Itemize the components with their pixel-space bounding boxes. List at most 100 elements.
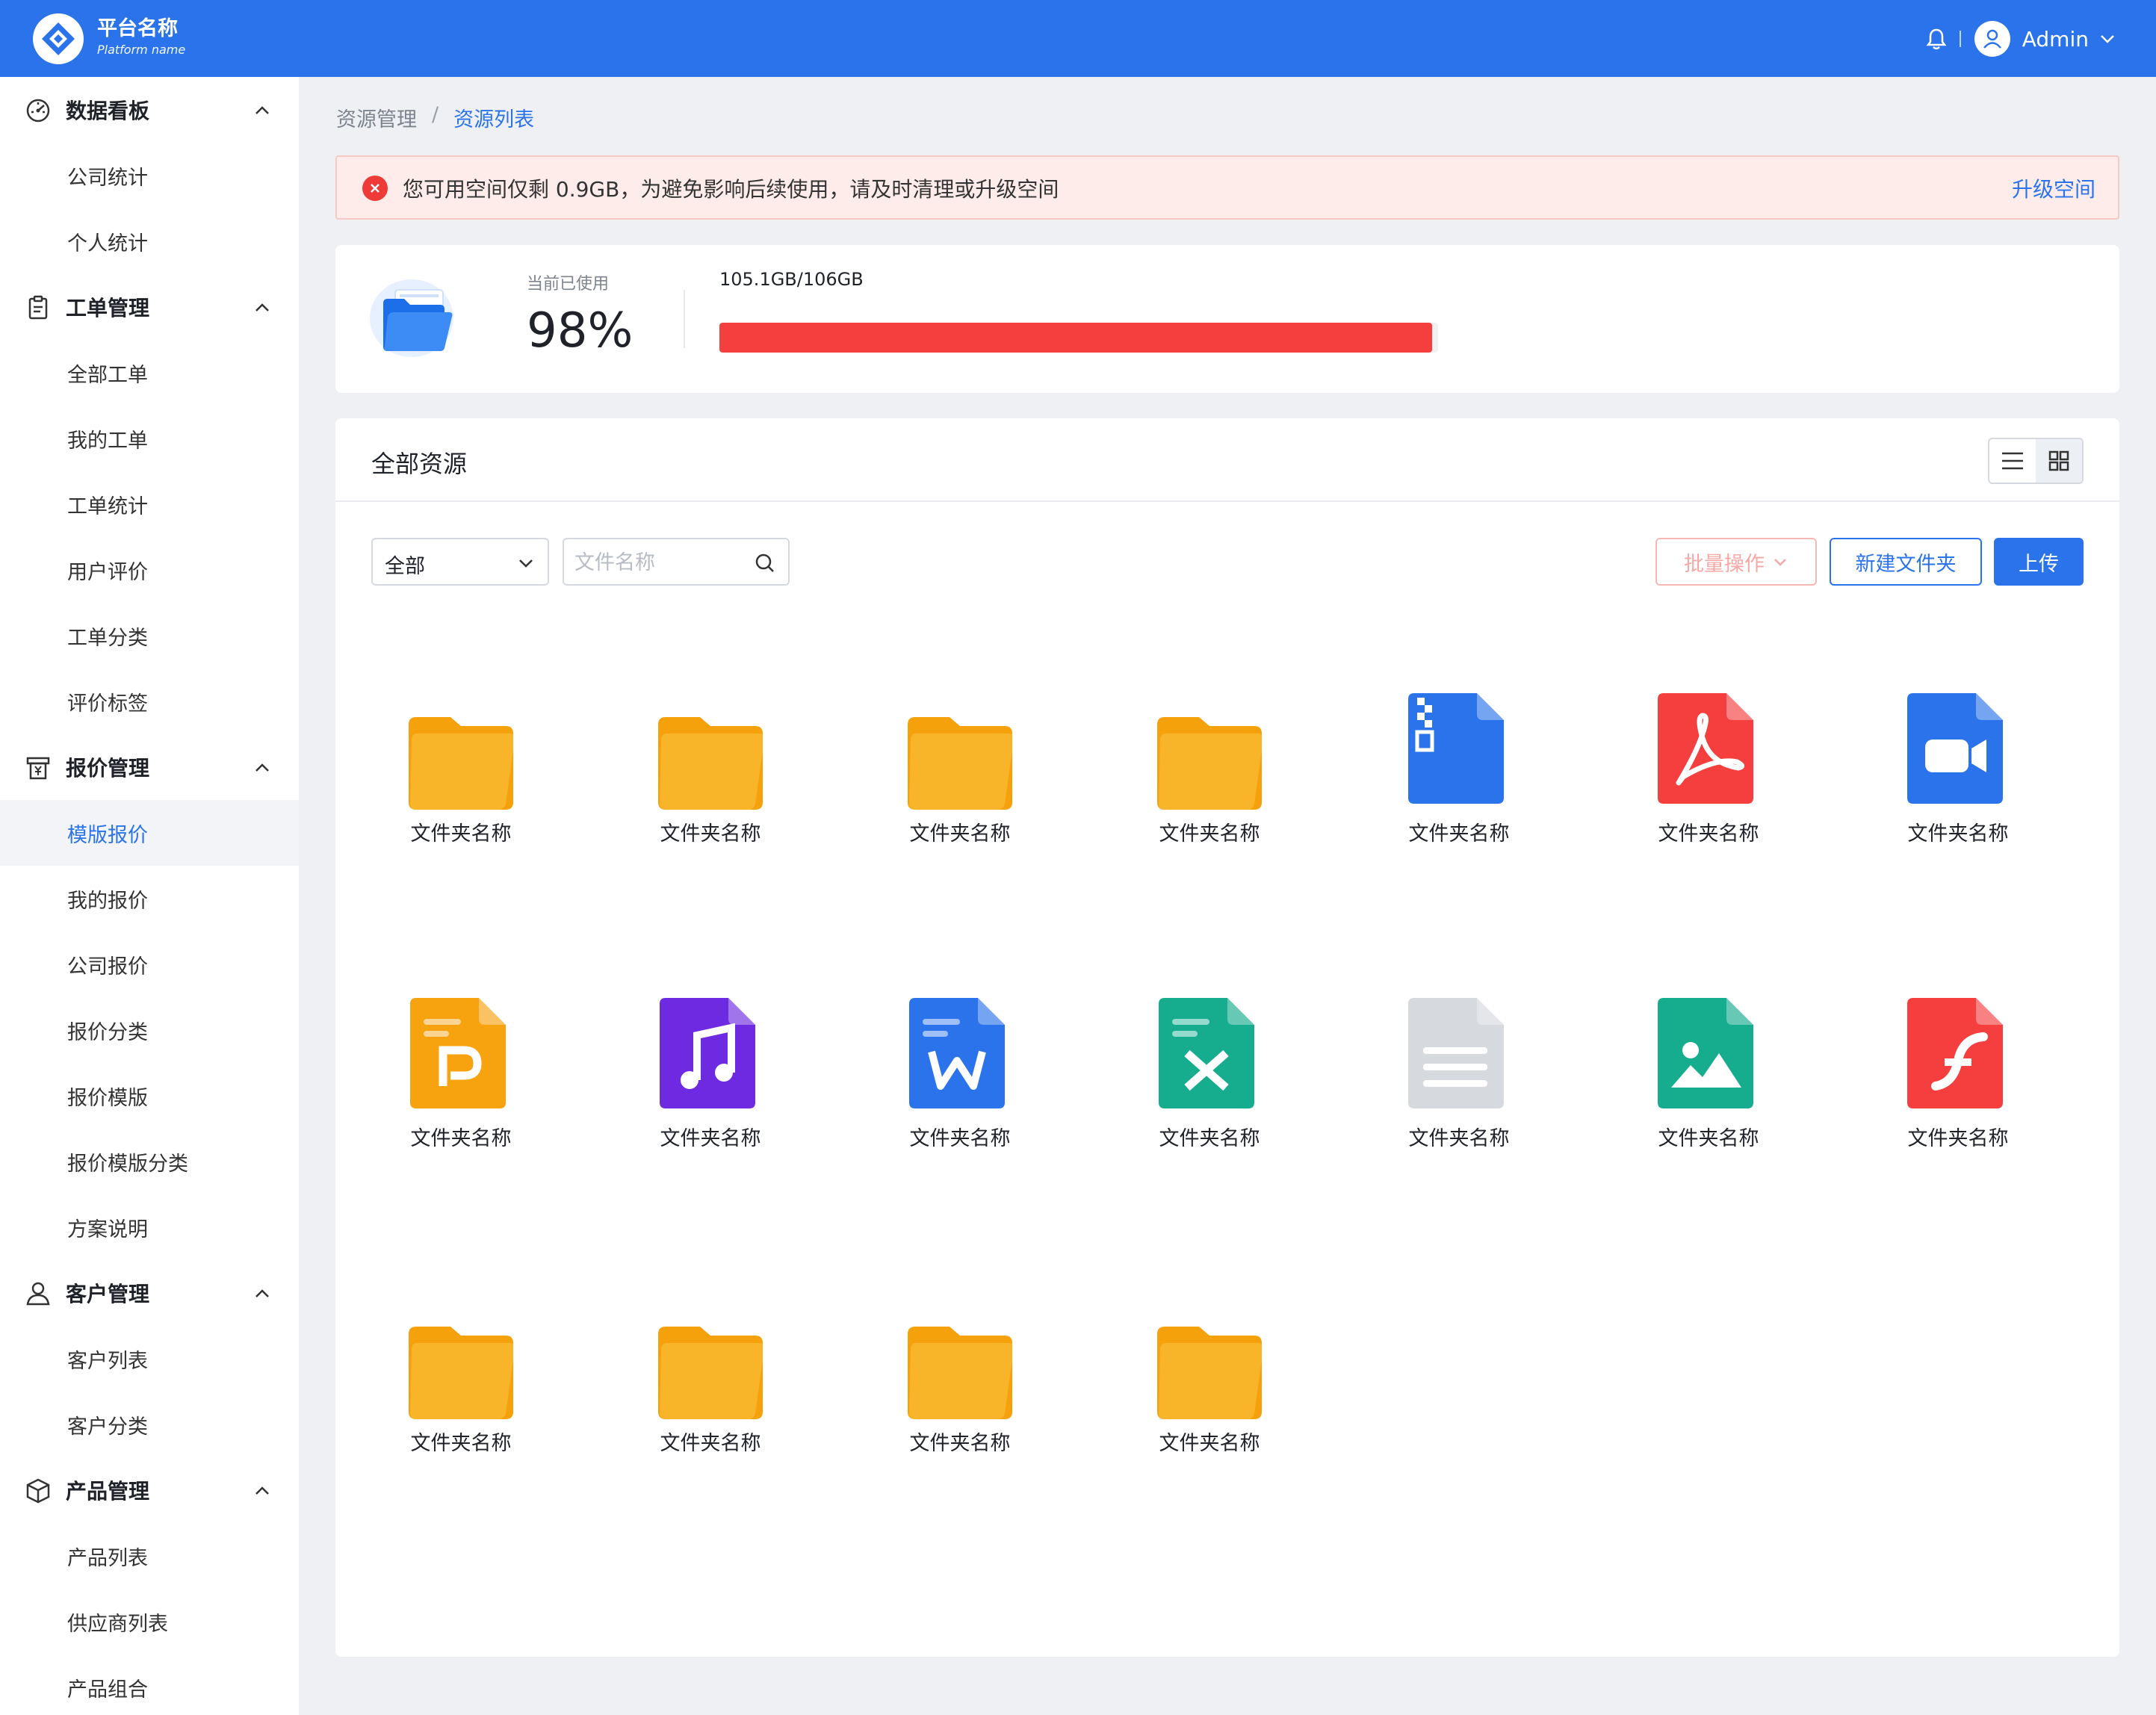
resources-panel: 全部资源 全部 批量操作 新建文件夹 上传 文件夹名称文件夹名称文件夹名称文件夹… (335, 418, 2119, 1657)
divider (684, 290, 685, 348)
file-tile[interactable]: 文件夹名称 (1369, 998, 1519, 1150)
clipboard-icon (28, 295, 48, 320)
sidebar-item-supplier-list[interactable]: 供应商列表 (0, 1589, 299, 1654)
search-icon[interactable] (754, 552, 776, 574)
file-name: 文件夹名称 (1159, 822, 1260, 846)
storage-progress-fill (719, 323, 1432, 353)
sidebar-item-product-bundles[interactable]: 产品组合 (0, 1654, 299, 1715)
bell-icon[interactable] (1924, 26, 1949, 52)
file-name: 文件夹名称 (909, 822, 1011, 846)
sidebar-item-product-list[interactable]: 产品列表 (0, 1523, 299, 1589)
chevron-down-icon (519, 559, 533, 568)
sidebar-group-customers[interactable]: 客户管理 (0, 1260, 299, 1326)
file-tile[interactable]: 文件夹名称 (870, 693, 1020, 846)
chevron-up-icon (255, 1486, 269, 1495)
search-input[interactable] (574, 548, 746, 577)
list-view-button[interactable] (1989, 439, 2036, 483)
file-name: 文件夹名称 (909, 1127, 1011, 1150)
folder-icon (409, 1313, 515, 1424)
sidebar-group-tickets[interactable]: 工单管理 (0, 274, 299, 340)
batch-actions-button[interactable]: 批量操作 (1655, 538, 1817, 586)
ppt-file-icon (409, 998, 513, 1108)
audio-file-icon (658, 998, 763, 1108)
file-tile[interactable]: 文件夹名称 (371, 1303, 521, 1455)
text-file-icon (1407, 998, 1511, 1108)
box-icon (26, 1478, 50, 1504)
user-icon (26, 1282, 50, 1306)
sidebar: 数据看板 公司统计 个人统计 工单管理 全部工单 我的工单 工单统计 用户评价 … (0, 77, 299, 1715)
grid-icon (2048, 450, 2069, 471)
sidebar-group-quotes[interactable]: 报价管理 (0, 734, 299, 800)
sidebar-item-ticket-stats[interactable]: 工单统计 (0, 471, 299, 537)
sidebar-item-customer-categories[interactable]: 客户分类 (0, 1392, 299, 1457)
file-tile[interactable]: 文件夹名称 (1120, 693, 1269, 846)
sidebar-item-ticket-categories[interactable]: 工单分类 (0, 603, 299, 669)
chevron-down-icon[interactable] (2098, 29, 2117, 49)
word-file-icon (908, 998, 1012, 1108)
folder-icon (658, 704, 765, 814)
sidebar-item-quote-categories[interactable]: 报价分类 (0, 997, 299, 1063)
sidebar-item-my-quotes[interactable]: 我的报价 (0, 866, 299, 931)
sidebar-item-template-quotes[interactable]: 模版报价 (0, 800, 299, 866)
sidebar-group-dashboard[interactable]: 数据看板 (0, 77, 299, 143)
resources-title: 全部资源 (371, 450, 468, 478)
sidebar-item-quote-template-categories[interactable]: 报价模版分类 (0, 1129, 299, 1194)
new-folder-button[interactable]: 新建文件夹 (1830, 538, 1982, 586)
user-name[interactable]: Admin (2022, 27, 2089, 52)
file-name: 文件夹名称 (1159, 1127, 1260, 1150)
sidebar-item-quote-templates[interactable]: 报价模版 (0, 1063, 299, 1129)
upload-button[interactable]: 上传 (1994, 538, 2084, 586)
type-filter-select[interactable]: 全部 (371, 538, 549, 586)
breadcrumb-parent[interactable]: 资源管理 (336, 103, 417, 132)
sidebar-group-label: 数据看板 (66, 99, 150, 123)
storage-alert: 您可用空间仅剩 0.9GB，为避免影响后续使用，请及时清理或升级空间 升级空间 (335, 155, 2119, 220)
file-tile[interactable]: 文件夹名称 (1120, 998, 1269, 1150)
sidebar-item-personal-stats[interactable]: 个人统计 (0, 208, 299, 274)
sidebar-group-label: 产品管理 (66, 1479, 150, 1504)
chevron-down-icon (1774, 559, 1786, 566)
folder-icon (658, 1313, 765, 1424)
file-tile[interactable]: 文件夹名称 (621, 693, 770, 846)
file-name: 文件夹名称 (1658, 822, 1759, 846)
sidebar-item-my-tickets[interactable]: 我的工单 (0, 406, 299, 471)
file-tile[interactable]: 文件夹名称 (1369, 693, 1519, 846)
file-tile[interactable]: 文件夹名称 (870, 998, 1020, 1150)
grid-view-button[interactable] (2036, 439, 2082, 483)
sidebar-item-label: 公司统计 (67, 166, 148, 190)
view-toggle (1988, 438, 2084, 484)
file-tile[interactable]: 文件夹名称 (870, 1303, 1020, 1455)
used-percent: 98% (527, 303, 634, 359)
sidebar-item-label: 评价标签 (67, 692, 148, 716)
sidebar-item-plan-notes[interactable]: 方案说明 (0, 1194, 299, 1260)
sidebar-item-label: 模版报价 (67, 823, 148, 847)
file-tile[interactable]: 文件夹名称 (371, 998, 521, 1150)
sidebar-item-all-tickets[interactable]: 全部工单 (0, 340, 299, 406)
file-tile[interactable]: 文件夹名称 (621, 1303, 770, 1455)
sidebar-item-company-quotes[interactable]: 公司报价 (0, 931, 299, 997)
sidebar-item-customer-list[interactable]: 客户列表 (0, 1326, 299, 1392)
file-tile[interactable]: 文件夹名称 (1868, 998, 2018, 1150)
file-tile[interactable]: 文件夹名称 (1619, 693, 1768, 846)
video-file-icon (1906, 693, 2010, 804)
sidebar-item-review-tags[interactable]: 评价标签 (0, 669, 299, 734)
sidebar-item-label: 公司报价 (67, 955, 148, 979)
upgrade-link[interactable]: 升级空间 (2012, 173, 2095, 203)
sidebar-group-products[interactable]: 产品管理 (0, 1457, 299, 1523)
file-tile[interactable]: 文件夹名称 (371, 693, 521, 846)
sidebar-item-label: 用户评价 (67, 560, 148, 584)
sidebar-item-label: 方案说明 (67, 1218, 148, 1241)
file-name: 文件夹名称 (909, 1432, 1011, 1455)
avatar[interactable] (1974, 21, 2010, 57)
quote-icon (26, 757, 50, 780)
breadcrumb-current: 资源列表 (453, 108, 535, 131)
header-actions: Admin (1924, 19, 2117, 58)
sidebar-item-company-stats[interactable]: 公司统计 (0, 143, 299, 208)
file-tile[interactable]: 文件夹名称 (1868, 693, 2018, 846)
sidebar-item-user-reviews[interactable]: 用户评价 (0, 537, 299, 603)
zip-file-icon (1407, 693, 1511, 804)
type-filter-value: 全部 (385, 555, 425, 578)
file-tile[interactable]: 文件夹名称 (621, 998, 770, 1150)
file-tile[interactable]: 文件夹名称 (1120, 1303, 1269, 1455)
header-divider (1959, 31, 1961, 47)
file-tile[interactable]: 文件夹名称 (1619, 998, 1768, 1150)
